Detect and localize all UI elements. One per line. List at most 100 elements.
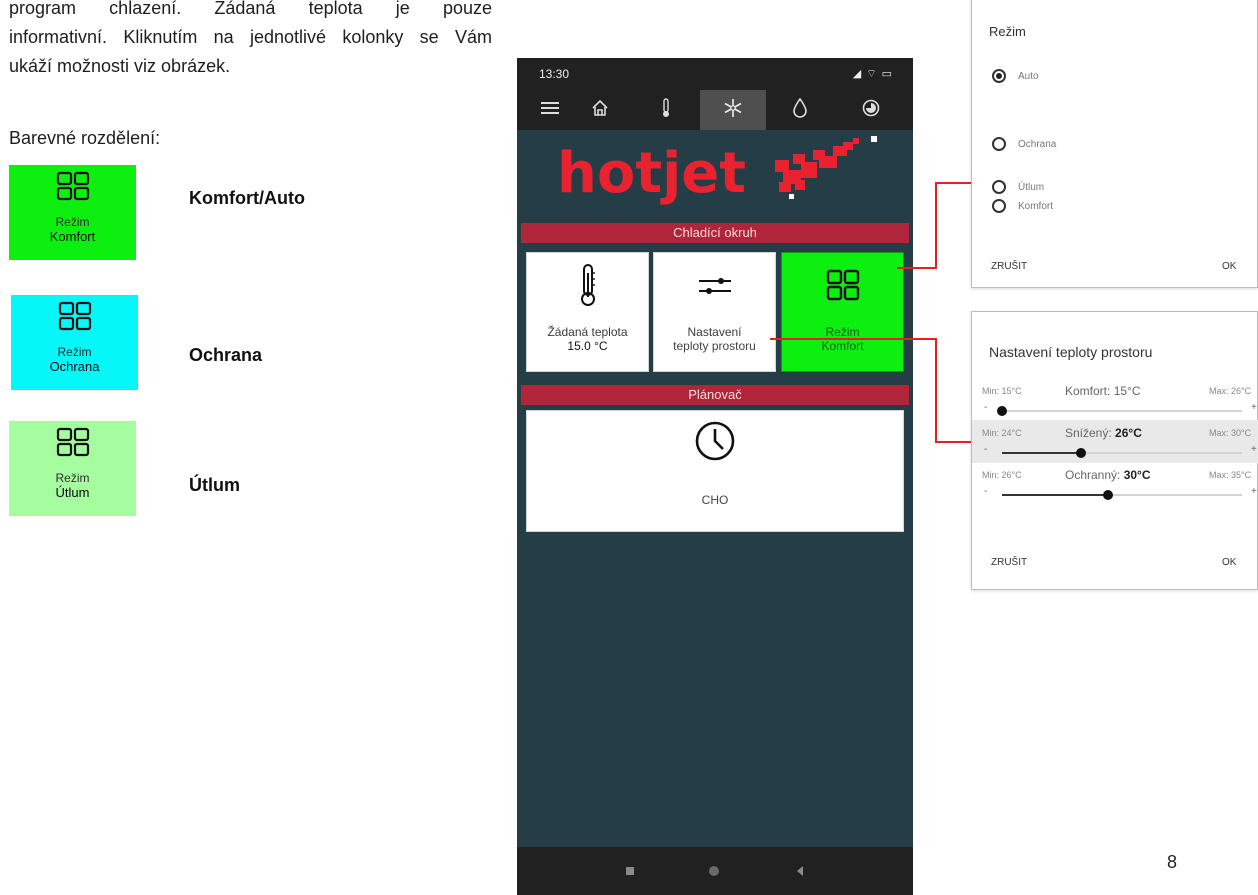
radio-icon [992, 137, 1006, 151]
status-time: 13:30 [539, 67, 570, 81]
setpoint-label: Žádaná teplota [547, 325, 628, 339]
range-max: Max: 30°C [1209, 428, 1252, 438]
setpoint-tile[interactable]: Žádaná teplota 15.0 °C [526, 252, 649, 372]
range-name: Ochranný: [1065, 468, 1121, 482]
range-name: Snížený: [1065, 426, 1112, 440]
sliders-icon [654, 263, 775, 307]
color-legend-heading: Barevné rozdělení: [9, 128, 161, 148]
decrease-button[interactable]: - [984, 402, 987, 413]
recents-icon[interactable] [622, 863, 638, 879]
mode-ok-button[interactable]: OK [1222, 261, 1236, 272]
water-tab[interactable] [767, 90, 833, 130]
range-min: Min: 15°C [982, 386, 1022, 396]
home-tab[interactable] [567, 90, 633, 130]
section-planner: Plánovač [521, 385, 909, 405]
increase-button[interactable]: + [1251, 486, 1257, 497]
mode-option-komfort[interactable]: Komfort [992, 196, 1053, 216]
slider-thumb[interactable] [997, 406, 1007, 416]
range-name: Komfort: [1065, 384, 1111, 398]
range-min: Min: 24°C [982, 428, 1022, 438]
slider-thumb[interactable] [1076, 448, 1087, 458]
hotjet-logo: hotjet [557, 136, 887, 208]
status-bar: 13:30 ◢ ⌔ ▭ [517, 58, 913, 90]
svg-text:hotjet: hotjet [557, 141, 746, 206]
legend-description-utlum: Útlum [189, 475, 240, 495]
mode-option-utlum[interactable]: Útlum [992, 177, 1044, 197]
radio-icon [992, 199, 1006, 213]
range-min: Min: 26°C [982, 470, 1022, 480]
room-temp-label: Nastavení [687, 325, 742, 339]
intro-line-1: program chlazení. Žádaná teplota je pouz… [9, 0, 492, 18]
water-drop-icon [792, 97, 808, 123]
legend-mode-label: Režim [57, 345, 92, 359]
phone-screenshot: 13:30 ◢ ⌔ ▭ hotjet Chladící okruh Žádaná… [517, 58, 913, 895]
legend-description-ochrana: Ochrana [189, 345, 263, 365]
mode-dialog-title: Režim [989, 24, 1026, 39]
connector-line [935, 182, 937, 269]
range-row-ochranny: Min: 26°C Ochranný: 30°C Max: 35°C - + [972, 462, 1258, 505]
range-center: Snížený: 26°C [1065, 426, 1142, 440]
system-navigation-bar [517, 847, 913, 895]
temp-ok-button[interactable]: OK [1222, 557, 1236, 568]
home-icon [591, 99, 609, 122]
range-max: Max: 35°C [1209, 470, 1252, 480]
thermometer-icon [527, 263, 648, 307]
temperature-tab[interactable] [633, 90, 699, 130]
mode-value: Komfort [821, 339, 864, 353]
back-icon[interactable] [792, 863, 808, 879]
page-number: 8 [1167, 852, 1178, 872]
status-icons: ◢ ⌔ ▭ [852, 68, 893, 80]
connector-line [935, 338, 937, 443]
legend-mode-label: Režim [55, 215, 90, 229]
room-temp-value: teploty prostoru [673, 339, 756, 353]
legend-mode-value: Ochrana [49, 359, 100, 374]
range-value: 15°C [1113, 384, 1141, 398]
connector-line [897, 267, 937, 269]
range-value: 30°C [1123, 468, 1151, 482]
room-temp-settings-tile[interactable]: Nastavení teploty prostoru [653, 252, 776, 372]
connector-line [935, 441, 973, 443]
snowflake-icon [723, 98, 743, 123]
home-circle-icon[interactable] [706, 863, 722, 879]
grid-icon [782, 263, 903, 307]
range-slider[interactable] [997, 406, 1242, 416]
mode-dialog: Režim Auto Ochrana Útlum Komfort ZRUŠIT … [971, 0, 1258, 288]
connector-line [935, 182, 973, 184]
range-max: Max: 26°C [1209, 386, 1252, 396]
decrease-button[interactable]: - [984, 444, 987, 455]
increase-button[interactable]: + [1251, 402, 1257, 413]
radio-selected-icon [992, 69, 1006, 83]
range-slider[interactable] [1002, 448, 1242, 458]
energy-tab[interactable] [838, 90, 904, 130]
decrease-button[interactable]: - [984, 486, 987, 497]
room-temperature-dialog: Nastavení teploty prostoru Min: 15°C Kom… [971, 311, 1258, 590]
top-navigation [517, 90, 913, 130]
legend-tile-ochrana: Režim Ochrana [11, 295, 138, 390]
mode-option-label: Auto [1018, 70, 1039, 82]
legend-tile-utlum: Režim Útlum [9, 421, 136, 516]
slider-thumb[interactable] [1102, 490, 1113, 500]
section-cooling-circuit: Chladící okruh [521, 223, 909, 243]
range-row-komfort: Min: 15°C Komfort: 15°C Max: 26°C - + [972, 378, 1258, 421]
connector-line [770, 338, 937, 340]
legend-mode-value: Útlum [55, 485, 90, 500]
mode-tile[interactable]: Režim Komfort [781, 252, 904, 372]
mode-option-auto[interactable]: Auto [992, 66, 1039, 86]
mode-option-ochrana[interactable]: Ochrana [992, 134, 1056, 154]
intro-line-3: ukáží možnosti viz obrázek. [9, 56, 231, 76]
radio-icon [992, 180, 1006, 194]
setpoint-value: 15.0 °C [567, 339, 608, 353]
mode-label: Režim [825, 325, 860, 339]
mode-cancel-button[interactable]: ZRUŠIT [991, 261, 1027, 272]
grid-icon [58, 301, 92, 336]
increase-button[interactable]: + [1251, 444, 1257, 455]
legend-mode-value: Komfort [49, 229, 96, 244]
legend-description-komfort: Komfort/Auto [189, 188, 305, 208]
grid-icon [56, 171, 90, 206]
cooling-tab[interactable] [700, 90, 766, 130]
temp-cancel-button[interactable]: ZRUŠIT [991, 557, 1027, 568]
planner-tile[interactable]: CHO [526, 410, 904, 532]
grid-icon [56, 427, 90, 462]
range-slider[interactable] [1002, 490, 1242, 500]
legend-mode-label: Režim [55, 471, 90, 485]
